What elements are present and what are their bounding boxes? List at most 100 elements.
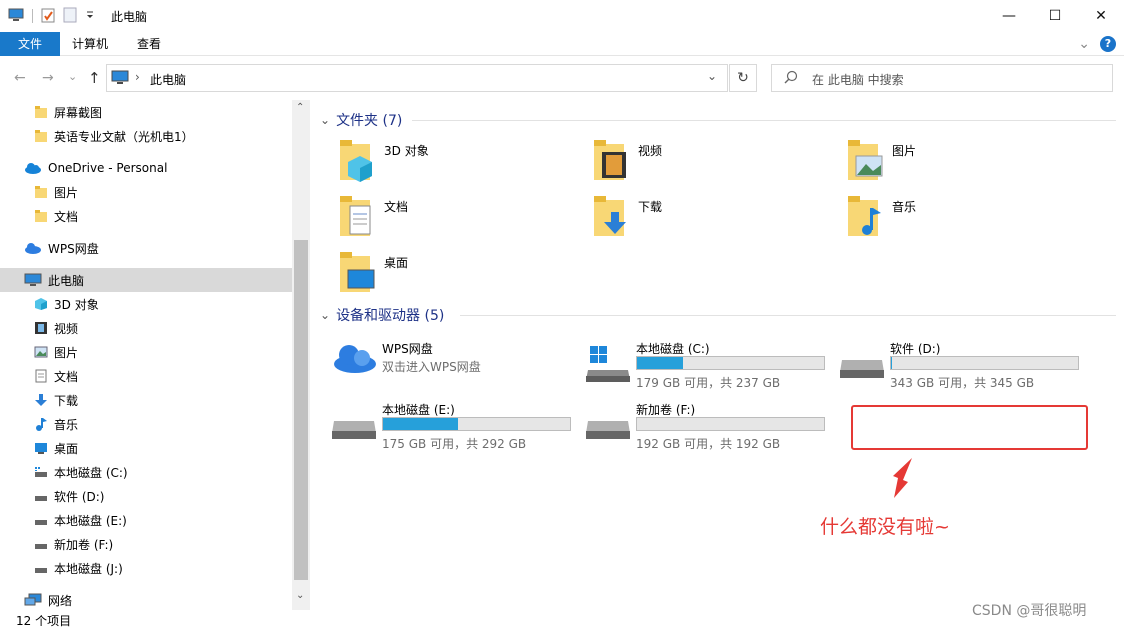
sidebar-item-drive-f[interactable]: 新加卷 (F:) bbox=[34, 532, 113, 556]
sidebar-item-3d-objects[interactable]: 3D 对象 bbox=[34, 292, 99, 316]
devices-group-header[interactable]: ⌄ 设备和驱动器 (5) bbox=[320, 305, 444, 325]
ribbon-collapse-button[interactable]: ⌄ bbox=[1078, 36, 1090, 52]
folder-tile-videos[interactable]: 视频 bbox=[592, 138, 662, 184]
drive-icon bbox=[332, 421, 376, 439]
sidebar-item-videos[interactable]: 视频 bbox=[34, 316, 78, 340]
qat-dropdown-icon[interactable] bbox=[85, 9, 95, 23]
tile-label: 音乐 bbox=[892, 200, 917, 214]
video-icon bbox=[594, 140, 626, 180]
sidebar-item-onedrive-documents[interactable]: 文档 bbox=[34, 204, 78, 228]
scroll-up-button[interactable]: ⌃ bbox=[296, 102, 304, 113]
device-name: 新加卷 (F:) bbox=[636, 403, 696, 417]
sidebar-item-label: 新加卷 (F:) bbox=[54, 537, 114, 552]
drive-usage-fill bbox=[383, 418, 458, 430]
video-icon bbox=[35, 322, 47, 334]
sidebar-item-label: 下载 bbox=[54, 393, 79, 408]
tab-view[interactable]: 查看 bbox=[124, 32, 174, 56]
documents-icon bbox=[35, 369, 47, 383]
back-button[interactable]: ← bbox=[14, 70, 26, 86]
cloud-icon bbox=[25, 163, 41, 174]
sidebar-item-desktop[interactable]: 桌面 bbox=[34, 436, 78, 460]
folder-tile-music[interactable]: 音乐 bbox=[846, 194, 916, 240]
tab-file[interactable]: 文件 bbox=[0, 32, 60, 56]
recent-locations-button[interactable]: ⌄ bbox=[68, 70, 77, 83]
sidebar-item-downloads[interactable]: 下载 bbox=[34, 388, 78, 412]
watermark: CSDN @哥很聪明 bbox=[972, 603, 1087, 619]
sidebar-item-label: 本地磁盘 (J:) bbox=[54, 561, 123, 576]
device-name: 本地磁盘 (E:) bbox=[382, 403, 455, 417]
search-icon bbox=[784, 70, 798, 87]
annotation-box bbox=[851, 405, 1088, 450]
folder-tile-downloads[interactable]: 下载 bbox=[592, 194, 662, 240]
new-folder-icon[interactable] bbox=[63, 7, 77, 26]
device-drive-e[interactable]: 本地磁盘 (E:) 175 GB 可用，共 292 GB bbox=[332, 401, 572, 453]
drive-usage-bar bbox=[890, 356, 1079, 370]
search-input[interactable]: 在 此电脑 中搜索 bbox=[771, 64, 1113, 92]
sidebar-item-wps[interactable]: WPS网盘 bbox=[24, 236, 99, 260]
ribbon: 文件 计算机 查看 ⌄ ? bbox=[0, 32, 1124, 56]
sidebar-item-label: 文档 bbox=[54, 209, 79, 224]
pictures-icon bbox=[34, 346, 48, 358]
sidebar-item-label: WPS网盘 bbox=[48, 241, 99, 256]
this-pc-icon bbox=[24, 273, 42, 286]
minimize-button[interactable]: — bbox=[986, 0, 1032, 32]
device-info: 175 GB 可用，共 292 GB bbox=[382, 437, 527, 451]
drive-icon bbox=[586, 421, 630, 439]
chevron-down-icon: ⌄ bbox=[320, 308, 331, 322]
tab-computer[interactable]: 计算机 bbox=[62, 32, 118, 56]
annotation-arrow bbox=[893, 458, 912, 498]
sidebar-item-drive-j[interactable]: 本地磁盘 (J:) bbox=[34, 556, 123, 580]
sidebar-item-label: 视频 bbox=[54, 321, 79, 336]
scrollbar-thumb[interactable] bbox=[294, 240, 308, 580]
folders-group-header[interactable]: ⌄ 文件夹 (7) bbox=[320, 110, 402, 130]
sidebar-item-drive-d[interactable]: 软件 (D:) bbox=[34, 484, 104, 508]
sidebar-item-label: 网络 bbox=[48, 593, 73, 608]
close-button[interactable]: ✕ bbox=[1078, 0, 1124, 32]
drive-icon bbox=[35, 544, 47, 549]
up-button[interactable]: ↑ bbox=[88, 69, 101, 87]
address-dropdown-button[interactable]: ⌄ bbox=[707, 69, 717, 83]
sidebar-item-this-pc[interactable]: 此电脑 bbox=[0, 268, 292, 292]
sidebar-item-label: 3D 对象 bbox=[54, 297, 99, 312]
sidebar-item-drive-c[interactable]: 本地磁盘 (C:) bbox=[34, 460, 128, 484]
sidebar-item-drive-e[interactable]: 本地磁盘 (E:) bbox=[34, 508, 127, 532]
3d-objects-icon bbox=[35, 298, 47, 310]
folder-icon bbox=[35, 210, 47, 222]
device-drive-f[interactable]: 新加卷 (F:) 192 GB 可用，共 192 GB bbox=[586, 401, 826, 453]
device-drive-d[interactable]: 软件 (D:) 343 GB 可用，共 345 GB bbox=[840, 340, 1080, 392]
address-bar[interactable]: › 此电脑 ⌄ bbox=[106, 64, 728, 92]
sidebar-item-label: 桌面 bbox=[54, 441, 79, 456]
drive-icon bbox=[35, 568, 47, 573]
sidebar-item-music[interactable]: 音乐 bbox=[34, 412, 78, 436]
device-drive-c[interactable]: 本地磁盘 (C:) 179 GB 可用，共 237 GB bbox=[586, 340, 826, 392]
forward-button[interactable]: → bbox=[42, 70, 54, 86]
sidebar-item-onedrive-pictures[interactable]: 图片 bbox=[34, 180, 78, 204]
windows-drive-icon bbox=[586, 346, 630, 382]
folder-tile-desktop[interactable]: 桌面 bbox=[338, 250, 408, 296]
this-pc-icon[interactable] bbox=[8, 8, 24, 25]
breadcrumb-this-pc[interactable]: 此电脑 bbox=[150, 71, 186, 88]
tile-label: 下载 bbox=[638, 200, 663, 214]
sidebar-item-label: 此电脑 bbox=[48, 273, 85, 288]
sidebar-item-network[interactable]: 网络 bbox=[24, 588, 72, 612]
group-divider bbox=[460, 315, 1116, 316]
device-wps-cloud[interactable]: WPS网盘 双击进入WPS网盘 bbox=[332, 340, 572, 380]
folder-icon bbox=[35, 106, 47, 118]
download-icon bbox=[35, 394, 47, 406]
sidebar-item-english-docs[interactable]: 英语专业文献（光机电1） bbox=[34, 124, 194, 148]
sidebar-item-onedrive[interactable]: OneDrive - Personal bbox=[24, 156, 167, 180]
folder-tile-3d-objects[interactable]: 3D 对象 bbox=[338, 138, 429, 184]
maximize-button[interactable]: ☐ bbox=[1032, 0, 1078, 32]
scroll-down-button[interactable]: ⌄ bbox=[296, 590, 304, 601]
drive-icon bbox=[840, 360, 884, 378]
refresh-button[interactable]: ↻ bbox=[729, 64, 757, 92]
properties-icon[interactable] bbox=[41, 7, 55, 26]
sidebar-item-documents[interactable]: 文档 bbox=[34, 364, 78, 388]
title-bar: 此电脑 — ☐ ✕ bbox=[0, 0, 1124, 32]
folder-tile-documents[interactable]: 文档 bbox=[338, 194, 408, 240]
tile-label: 3D 对象 bbox=[384, 144, 429, 158]
help-button[interactable]: ? bbox=[1100, 36, 1116, 52]
sidebar-item-pictures[interactable]: 图片 bbox=[34, 340, 78, 364]
sidebar-item-screenshots[interactable]: 屏幕截图 bbox=[34, 100, 102, 124]
folder-tile-pictures[interactable]: 图片 bbox=[846, 138, 916, 184]
